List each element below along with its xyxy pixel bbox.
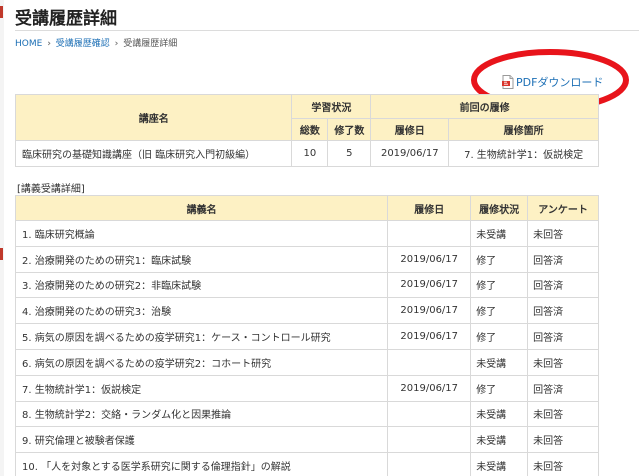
lecture-status: 未受講 — [470, 400, 529, 428]
lecture-name: 7. 生物統計学1：仮説検定 — [14, 374, 389, 402]
course-name: 臨床研究の基礎知識講座（旧 臨床研究入門初級編） — [14, 140, 293, 167]
lecture-header-row: 講義名 履修日 履修状況 アンケート — [14, 195, 599, 221]
lecture-survey: 回答済 — [527, 297, 599, 325]
course-name-header: 講座名 — [14, 94, 293, 141]
last-session-header: 前回の履修 — [370, 94, 599, 119]
table-row: 4. 治療開発のための研究3：治験 2019/06/17 修了 回答済 — [14, 297, 599, 325]
edge-marker — [0, 6, 3, 18]
table-row: 8. 生物統計学2：交絡・ランダム化と因果推論 未受講 未回答 — [14, 400, 599, 428]
lecture-survey-header: アンケート — [527, 195, 599, 221]
lecture-name: 5. 病気の原因を調べるための疫学研究1：ケース・コントロール研究 — [14, 323, 389, 350]
lecture-name-header: 講義名 — [14, 195, 389, 221]
lecture-date-header: 履修日 — [387, 195, 472, 221]
lecture-status: 未受講 — [470, 220, 529, 247]
lecture-survey: 回答済 — [527, 323, 599, 350]
pdf-download-label: PDFダウンロード — [516, 76, 604, 89]
table-row: 9. 研究倫理と被験者保護 未受講 未回答 — [14, 426, 599, 454]
lecture-date: 2019/06/17 — [387, 323, 472, 350]
lecture-table: 講義名 履修日 履修状況 アンケート 1. 臨床研究概論 未受講 未回答 2. … — [14, 195, 599, 476]
lecture-name: 3. 治療開発のための研究2：非臨床試験 — [14, 271, 389, 299]
lecture-status: 修了 — [470, 271, 529, 299]
lecture-status: 未受講 — [470, 452, 529, 476]
lecture-survey: 回答済 — [527, 271, 599, 299]
summary-data-row: 臨床研究の基礎知識講座（旧 臨床研究入門初級編） 10 5 2019/06/17… — [14, 140, 599, 167]
progress-header: 学習状況 — [291, 94, 372, 119]
table-row: 7. 生物統計学1：仮説検定 2019/06/17 修了 回答済 — [14, 374, 599, 402]
page-title: 受講履歴詳細 — [15, 9, 117, 29]
left-edge-strip — [0, 0, 4, 476]
last-date: 2019/06/17 — [370, 140, 450, 167]
lecture-name: 10. 「人を対象とする医学系研究に関する倫理指針」の解説 — [14, 452, 389, 476]
lecture-status: 未受講 — [470, 426, 529, 454]
lecture-status: 未受講 — [470, 348, 529, 376]
lecture-date — [387, 426, 472, 454]
breadcrumb: HOME › 受講履歴確認 › 受講履歴詳細 — [15, 36, 177, 49]
breadcrumb-history-link[interactable]: 受講履歴確認 — [56, 39, 110, 49]
lecture-status: 修了 — [470, 297, 529, 325]
last-section: 7. 生物統計学1：仮説検定 — [448, 140, 599, 167]
lecture-name: 6. 病気の原因を調べるための疫学研究2：コホート研究 — [14, 348, 389, 376]
breadcrumb-home-link[interactable]: HOME — [15, 39, 42, 49]
lecture-status: 修了 — [470, 323, 529, 350]
lecture-date — [387, 220, 472, 247]
title-divider — [15, 30, 639, 31]
lecture-name: 2. 治療開発のための研究1：臨床試験 — [14, 245, 389, 273]
table-row: 5. 病気の原因を調べるための疫学研究1：ケース・コントロール研究 2019/0… — [14, 323, 599, 350]
edge-marker — [0, 248, 3, 260]
summary-header-row: 講座名 学習状況 前回の履修 — [14, 94, 599, 141]
total-header: 総数 — [291, 118, 329, 141]
lecture-survey: 未回答 — [527, 348, 599, 376]
lecture-survey: 回答済 — [527, 374, 599, 402]
pdf-download-link[interactable]: PDFダウンロード — [502, 74, 603, 90]
breadcrumb-separator: › — [114, 39, 119, 49]
table-row: 2. 治療開発のための研究1：臨床試験 2019/06/17 修了 回答済 — [14, 245, 599, 273]
lecture-survey: 回答済 — [527, 245, 599, 273]
course-summary-table: 講座名 学習状況 前回の履修 総数 修了数 履修日 履修箇所 臨床研究の基礎知識… — [14, 94, 599, 167]
breadcrumb-current: 受講履歴詳細 — [123, 39, 178, 49]
lecture-date — [387, 348, 472, 376]
lecture-survey: 未回答 — [527, 426, 599, 454]
lecture-survey: 未回答 — [527, 220, 599, 247]
lecture-survey: 未回答 — [527, 400, 599, 428]
lecture-date: 2019/06/17 — [387, 271, 472, 299]
table-row: 10. 「人を対象とする医学系研究に関する倫理指針」の解説 未受講 未回答 — [14, 452, 599, 476]
lecture-status: 修了 — [470, 374, 529, 402]
lecture-date: 2019/06/17 — [387, 245, 472, 273]
completed-count: 5 — [327, 140, 372, 167]
lecture-section-label: [講義受講詳細] — [17, 184, 85, 195]
lecture-date: 2019/06/17 — [387, 374, 472, 402]
lecture-date — [387, 452, 472, 476]
lecture-survey: 未回答 — [527, 452, 599, 476]
lecture-name: 8. 生物統計学2：交絡・ランダム化と因果推論 — [14, 400, 389, 428]
lecture-date: 2019/06/17 — [387, 297, 472, 325]
section-header: 履修箇所 — [448, 118, 599, 141]
table-row: 3. 治療開発のための研究2：非臨床試験 2019/06/17 修了 回答済 — [14, 271, 599, 299]
completed-header: 修了数 — [327, 118, 372, 141]
total-count: 10 — [291, 140, 329, 167]
date-header: 履修日 — [370, 118, 450, 141]
lecture-status-header: 履修状況 — [470, 195, 529, 221]
lecture-name: 4. 治療開発のための研究3：治験 — [14, 297, 389, 325]
breadcrumb-separator: › — [47, 39, 51, 49]
table-row: 6. 病気の原因を調べるための疫学研究2：コホート研究 未受講 未回答 — [14, 348, 599, 376]
lecture-date — [387, 400, 472, 428]
table-row: 1. 臨床研究概論 未受講 未回答 — [14, 220, 599, 247]
lecture-name: 1. 臨床研究概論 — [14, 220, 389, 247]
lecture-name: 9. 研究倫理と被験者保護 — [14, 426, 389, 454]
pdf-file-icon — [502, 75, 514, 89]
lecture-status: 修了 — [470, 245, 529, 273]
